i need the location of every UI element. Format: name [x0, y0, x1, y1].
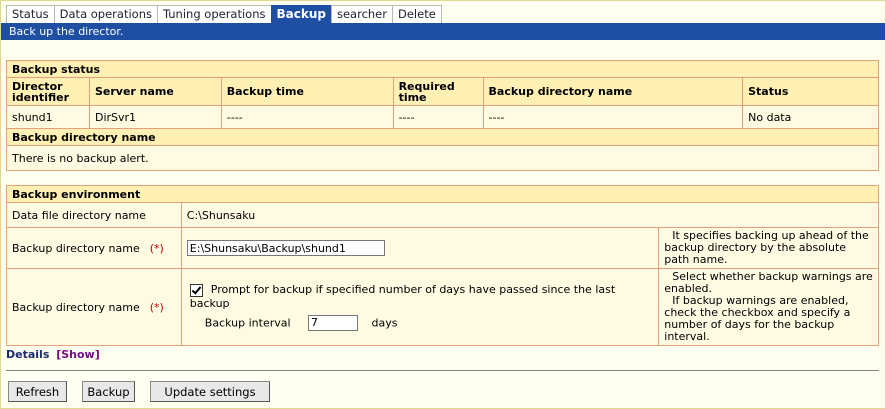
separator: [6, 370, 879, 371]
cell-backup-time: ----: [220, 105, 394, 129]
backup-warning-help-1: Select whether backup warnings are enabl…: [664, 270, 873, 295]
backup-directory-section-title: Backup directory name: [6, 128, 879, 146]
col-backup-time: Backup time: [220, 77, 394, 106]
backup-directory-help-text: It specifies backing up ahead of the bac…: [664, 229, 869, 266]
tab-searcher[interactable]: searcher: [330, 5, 393, 23]
cell-server-name: DirSvr1: [88, 105, 222, 129]
backup-warning-input-cell: Prompt for backup if specified number of…: [180, 268, 660, 346]
tab-delete[interactable]: Delete: [392, 5, 442, 23]
refresh-button[interactable]: Refresh: [8, 381, 67, 402]
cell-required-time: ----: [392, 105, 484, 129]
cell-status: No data: [742, 105, 879, 129]
backup-alert-message: There is no backup alert.: [6, 145, 879, 171]
backup-status-table: Backup status Director identifier Server…: [6, 60, 879, 171]
col-status: Status: [742, 77, 879, 106]
required-mark-2: (*): [149, 300, 164, 314]
required-mark: (*): [149, 241, 164, 255]
backup-warning-label: Backup directory name: [12, 300, 140, 314]
tab-status[interactable]: Status: [6, 5, 55, 23]
details-label: Details: [6, 348, 50, 361]
backup-button[interactable]: Backup: [82, 381, 135, 402]
col-server-name: Server name: [88, 77, 222, 106]
backup-interval-input[interactable]: [308, 314, 359, 331]
backup-status-title: Backup status: [6, 60, 879, 78]
backup-environment-title: Backup environment: [6, 185, 879, 203]
table-row: shund1 DirSvr1 ---- ---- ---- No data: [6, 105, 879, 129]
col-required-time: Required time: [392, 77, 484, 106]
backup-warning-help-2: If backup warnings are enabled, check th…: [664, 294, 851, 343]
backup-warning-label-cell: Backup directory name (*): [6, 268, 182, 346]
tab-tuning-operations[interactable]: Tuning operations: [156, 5, 272, 23]
backup-interval-unit: days: [371, 316, 398, 330]
page-subtitle: Back up the director.: [1, 23, 885, 40]
details-show-link[interactable]: [Show]: [56, 348, 100, 361]
data-file-directory-label: Data file directory name: [6, 202, 182, 228]
tab-backup[interactable]: Backup: [270, 5, 332, 23]
backup-directory-label: Backup directory name: [12, 241, 140, 255]
data-file-directory-value: C:\Shunsaku: [180, 202, 880, 228]
tab-bar: Status Data operations Tuning operations…: [6, 5, 442, 23]
details-toggle: Details [Show]: [6, 348, 100, 361]
tab-data-operations[interactable]: Data operations: [53, 5, 158, 23]
col-director-identifier: Director identifier: [6, 77, 90, 106]
backup-directory-input-cell: [180, 227, 660, 269]
backup-directory-help: It specifies backing up ahead of the bac…: [658, 227, 879, 269]
prompt-backup-label: Prompt for backup if specified number of…: [189, 283, 616, 310]
backup-directory-label-cell: Backup directory name (*): [6, 227, 182, 269]
col-backup-directory-name: Backup directory name: [482, 77, 744, 106]
backup-warning-help: Select whether backup warnings are enabl…: [658, 268, 879, 346]
cell-director-identifier: shund1: [6, 105, 90, 129]
prompt-backup-checkbox[interactable]: [189, 283, 203, 297]
backup-directory-input[interactable]: [186, 240, 385, 256]
update-settings-button[interactable]: Update settings: [150, 381, 270, 402]
backup-environment-table: Backup environment Data file directory n…: [6, 185, 880, 346]
cell-backup-directory-name: ----: [482, 105, 744, 129]
backup-interval-label: Backup interval: [204, 316, 291, 330]
